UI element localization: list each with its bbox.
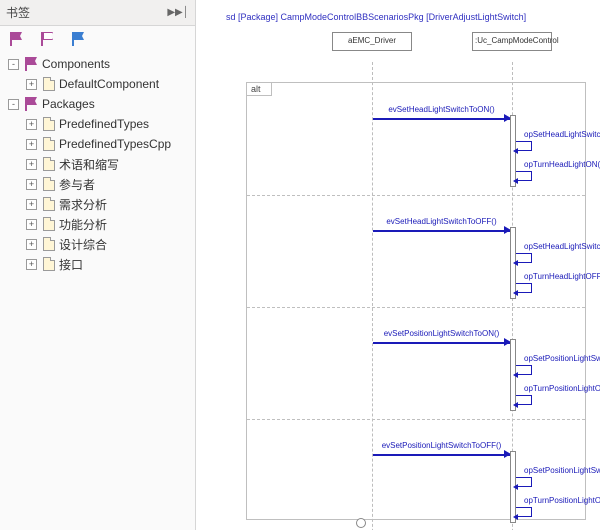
package-icon <box>43 220 55 231</box>
bookmark-outline-icon[interactable] <box>41 32 54 46</box>
message-arrow[interactable]: evSetHeadLightSwitchToON() <box>373 109 510 121</box>
panel-header: 书签 ▶▶│ <box>0 0 195 26</box>
expander-icon[interactable]: - <box>8 59 19 70</box>
message-arrow[interactable]: evSetPositionLightSwitchToON() <box>373 333 510 345</box>
expander-icon[interactable]: + <box>26 139 37 150</box>
bookmark-blue-icon[interactable] <box>72 32 85 46</box>
tree-item-label: 术语和缩写 <box>59 156 119 173</box>
tree-item[interactable]: + DefaultComponent <box>0 74 195 94</box>
message-label: opSetHeadLightSwitchToON() <box>524 130 600 139</box>
alt-divider <box>247 419 585 420</box>
alt-label: alt <box>247 83 272 96</box>
message-label: opTurnHeadLightON() <box>524 160 600 169</box>
tree-item-label: 接口 <box>59 256 83 273</box>
message-label: opSetPositionLightSwitchToOFF() <box>524 466 600 475</box>
tree-item[interactable]: - Packages <box>0 94 195 114</box>
tree-item[interactable]: + PredefinedTypes <box>0 114 195 134</box>
lifeline-head: aEMC_Driver <box>332 32 412 51</box>
package-icon <box>43 240 55 251</box>
bookmark-toolbar <box>0 26 195 52</box>
message-label: evSetPositionLightSwitchToOFF() <box>373 441 510 450</box>
lifeline[interactable]: :Uc_CampModeControl <box>472 32 552 51</box>
expander-icon[interactable]: + <box>26 79 37 90</box>
lifeline[interactable]: aEMC_Driver <box>332 32 412 51</box>
bookmark-flag-icon[interactable] <box>10 32 23 46</box>
diagram-title: sd [Package] CampModeControlBBScenariosP… <box>226 12 526 22</box>
tree-item-label: PredefinedTypes <box>59 117 149 131</box>
message-arrow[interactable]: evSetPositionLightSwitchToOFF() <box>373 445 510 457</box>
package-icon <box>43 180 55 191</box>
expander-icon[interactable]: + <box>26 259 37 270</box>
package-icon <box>43 140 55 151</box>
tree-item[interactable]: + 功能分析 <box>0 214 195 234</box>
message-label: opSetHeadLightSwitchToOFF() <box>524 242 600 251</box>
alt-divider <box>247 307 585 308</box>
bookmarks-panel: 书签 ▶▶│ - Components + DefaultComponent - Pack… <box>0 0 196 530</box>
tree-item[interactable]: + 需求分析 <box>0 194 195 214</box>
tree-item[interactable]: + 接口 <box>0 254 195 274</box>
found-terminator-icon <box>356 518 366 528</box>
package-icon <box>43 200 55 211</box>
collapse-arrows-icon[interactable]: ▶▶│ <box>167 7 189 18</box>
category-flag-icon <box>25 97 38 111</box>
panel-title: 书签 <box>6 4 30 21</box>
alt-divider <box>247 195 585 196</box>
expander-icon[interactable]: + <box>26 159 37 170</box>
tree-item-label: 设计综合 <box>59 236 107 253</box>
lifeline-head: :Uc_CampModeControl <box>472 32 552 51</box>
message-label: opTurnPositionLightON() <box>524 384 600 393</box>
tree-item[interactable]: + 设计综合 <box>0 234 195 254</box>
tree-item-label: 功能分析 <box>59 216 107 233</box>
package-icon <box>43 160 55 171</box>
alt-fragment: alt evSetHeadLightSwitchToON()opSetHeadL… <box>246 82 586 520</box>
tree-item-label: 需求分析 <box>59 196 107 213</box>
message-arrow[interactable]: evSetHeadLightSwitchToOFF() <box>373 221 510 233</box>
tree-item-label: PredefinedTypesCpp <box>59 137 171 151</box>
package-icon <box>43 120 55 131</box>
expander-icon[interactable]: + <box>26 219 37 230</box>
diagram-canvas[interactable]: sd [Package] CampModeControlBBScenariosP… <box>196 0 600 530</box>
tree-item-label: 参与者 <box>59 176 95 193</box>
expander-icon[interactable]: + <box>26 239 37 250</box>
package-icon <box>43 80 55 91</box>
expander-icon[interactable]: + <box>26 199 37 210</box>
package-icon <box>43 260 55 271</box>
expander-icon[interactable]: - <box>8 99 19 110</box>
category-flag-icon <box>25 57 38 71</box>
tree-item[interactable]: + 参与者 <box>0 174 195 194</box>
message-label: evSetHeadLightSwitchToON() <box>373 105 510 114</box>
tree-item[interactable]: + PredefinedTypesCpp <box>0 134 195 154</box>
message-label: opTurnHeadLightOFF() <box>524 272 600 281</box>
message-label: opTurnPositionLightOFF() <box>524 496 600 505</box>
tree-item-label: Packages <box>42 97 95 111</box>
expander-icon[interactable]: + <box>26 179 37 190</box>
tree-item-label: DefaultComponent <box>59 77 159 91</box>
message-label: evSetHeadLightSwitchToOFF() <box>373 217 510 226</box>
expander-icon[interactable]: + <box>26 119 37 130</box>
tree-item[interactable]: - Components <box>0 54 195 74</box>
tree-item-label: Components <box>42 57 110 71</box>
tree-view: - Components + DefaultComponent - Packages + Pr… <box>0 52 195 530</box>
tree-item[interactable]: + 术语和缩写 <box>0 154 195 174</box>
message-label: evSetPositionLightSwitchToON() <box>373 329 510 338</box>
message-label: opSetPositionLightSwitchToON() <box>524 354 600 363</box>
